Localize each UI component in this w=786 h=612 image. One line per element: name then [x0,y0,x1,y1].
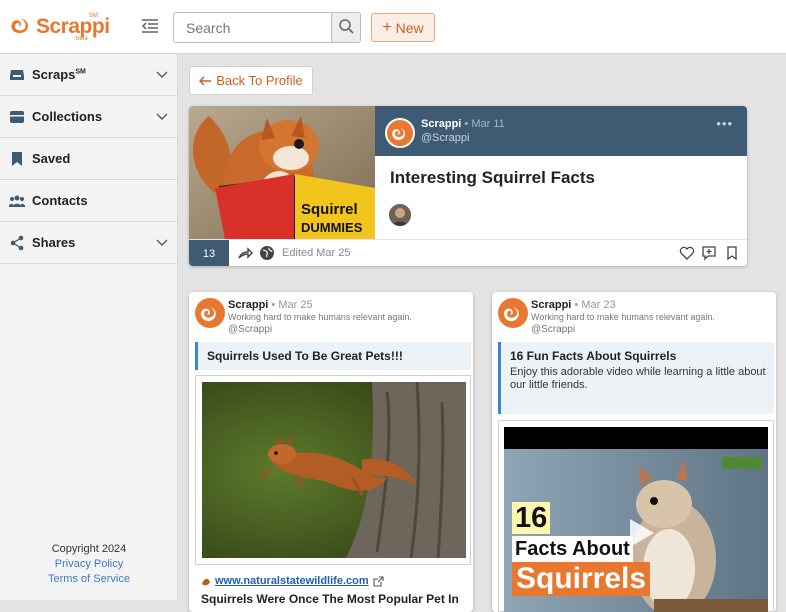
collapse-menu-icon [142,19,158,33]
top-bar: Scrappi SM beta + New [0,0,786,54]
share-arrow-icon[interactable] [237,245,253,261]
logo-text: Scrappi [36,15,110,38]
featured-scrap-header: Scrappi • Mar 11 @Scrappi ••• [375,106,747,156]
note-block: 16 Fun Facts About Squirrels Enjoy this … [498,342,774,414]
featured-scrap-toolbar: 13 Edited Mar 25 [189,239,747,266]
author-line: Scrappi • Mar 25 [228,299,313,311]
sidebar-item-scraps[interactable]: ScrapsSM [0,54,178,96]
sidebar-item-shares[interactable]: Shares [0,222,178,264]
chevron-down-icon[interactable] [156,239,168,247]
video-title-number: 16 [512,502,551,534]
privacy-policy-link[interactable]: Privacy Policy [0,557,178,572]
chevron-down-icon[interactable] [156,113,168,121]
heart-icon[interactable] [679,245,695,261]
globe-icon[interactable] [259,245,275,261]
logo-squirrel-icon [11,19,28,34]
author-avatar[interactable] [385,118,415,148]
link-source-row: www.naturalstatewildlife.com [201,575,384,587]
book-title-text: Squirrel [301,201,358,218]
author-avatar[interactable] [195,298,225,328]
video-embed[interactable]: 16 Facts About Squirrels [498,420,774,612]
copyright-text: Copyright 2024 [51,543,127,555]
logo-squirrel-icon [392,128,405,141]
video-title-line-3: Squirrels [512,562,651,596]
logo-beta-label: beta [76,36,88,42]
sidebar-footer: Copyright 2024 Privacy Policy Terms of S… [0,542,178,587]
featured-scrap-card[interactable]: Squirrel DUMMIES Scrappi • Mar 11 @Scrap… [189,106,747,266]
author-name[interactable]: Scrappi [531,299,571,311]
sidebar-item-label: Contacts [32,193,88,208]
link-preview[interactable] [195,375,471,565]
post-date: Mar 23 [581,299,616,311]
logo-squirrel-icon [503,307,519,322]
person-photo [389,204,411,226]
sidebar-item-label: Collections [32,109,103,124]
main-content: Back To Profile Squirrel DUMMIES Scrappi… [179,54,786,612]
search-box [173,12,361,43]
sidebar-item-collections[interactable]: Collections [0,96,178,138]
author-tagline: Working hard to make humans relevant aga… [228,312,412,322]
author-handle: @Scrappi [531,324,576,335]
scrap-title[interactable]: Interesting Squirrel Facts [390,168,595,188]
author-handle: @Scrappi [421,132,470,144]
inbox-icon [10,69,24,80]
arrow-left-icon [199,75,212,86]
author-name[interactable]: Scrappi [421,118,461,130]
share-icon [10,235,24,250]
search-icon [339,19,354,34]
back-to-profile-button[interactable]: Back To Profile [189,66,313,95]
more-options-icon[interactable]: ••• [716,116,733,131]
search-input[interactable] [174,13,332,42]
post-date: Mar 11 [471,118,505,130]
author-line: Scrappi • Mar 11 [421,118,505,130]
terms-of-service-link[interactable]: Terms of Service [0,572,178,587]
edited-date: Edited Mar 25 [282,247,351,259]
scrap-count-badge[interactable]: 13 [189,240,229,266]
sidebar-item-label: ScrapsSM [32,67,86,82]
note-title: Squirrels Used To Be Great Pets!!! [207,349,403,363]
scrap-card[interactable]: Scrappi • Mar 25 Working hard to make hu… [189,292,473,612]
author-name[interactable]: Scrappi [228,299,268,311]
video-player[interactable]: 16 Facts About Squirrels [504,427,768,612]
bookmark-icon[interactable] [724,245,740,261]
post-date: Mar 25 [278,299,313,311]
back-button-label: Back To Profile [216,73,303,88]
book-subtitle-text: DUMMIES [301,220,363,235]
play-icon[interactable] [622,515,658,551]
external-link-icon[interactable] [373,575,384,587]
search-button[interactable] [331,13,360,42]
collaborator-avatar[interactable] [389,204,411,226]
sidebar-item-label: Saved [32,151,71,166]
note-block: Squirrels Used To Be Great Pets!!! [195,342,471,370]
author-avatar[interactable] [498,298,528,328]
collapse-sidebar-button[interactable] [140,16,160,36]
author-tagline: Working hard to make humans relevant aga… [531,312,715,322]
squirrel-reading-book-image[interactable]: Squirrel DUMMIES [189,106,375,239]
collections-icon [10,110,24,123]
new-button[interactable]: + New [371,13,435,42]
sidebar-item-contacts[interactable]: Contacts [0,180,178,222]
sidebar: ScrapsSM Collections Saved Contacts Shar… [0,54,178,600]
squirrel-on-tree-image[interactable] [202,382,466,558]
video-title-line-2: Facts About [512,536,633,562]
logo-sm-mark: SM [89,13,98,19]
sidebar-item-saved[interactable]: Saved [0,138,178,180]
chevron-down-icon[interactable] [156,71,168,79]
note-title: 16 Fun Facts About Squirrels [510,349,677,363]
add-comment-icon[interactable] [701,245,717,261]
note-body: Enjoy this adorable video while learning… [510,366,766,391]
contacts-icon [9,195,25,207]
author-handle: @Scrappi [228,324,273,335]
bookmark-icon [12,151,22,166]
sidebar-item-label: Shares [32,235,76,250]
author-line: Scrappi • Mar 23 [531,299,616,311]
plus-icon: + [382,18,392,36]
link-title[interactable]: Squirrels Were Once The Most Popular Pet… [201,592,459,606]
site-favicon [202,578,210,586]
scrap-card[interactable]: Scrappi • Mar 23 Working hard to make hu… [492,292,776,612]
logo-squirrel-icon [200,307,216,322]
new-button-label: New [395,19,424,36]
source-url-link[interactable]: www.naturalstatewildlife.com [215,575,369,587]
